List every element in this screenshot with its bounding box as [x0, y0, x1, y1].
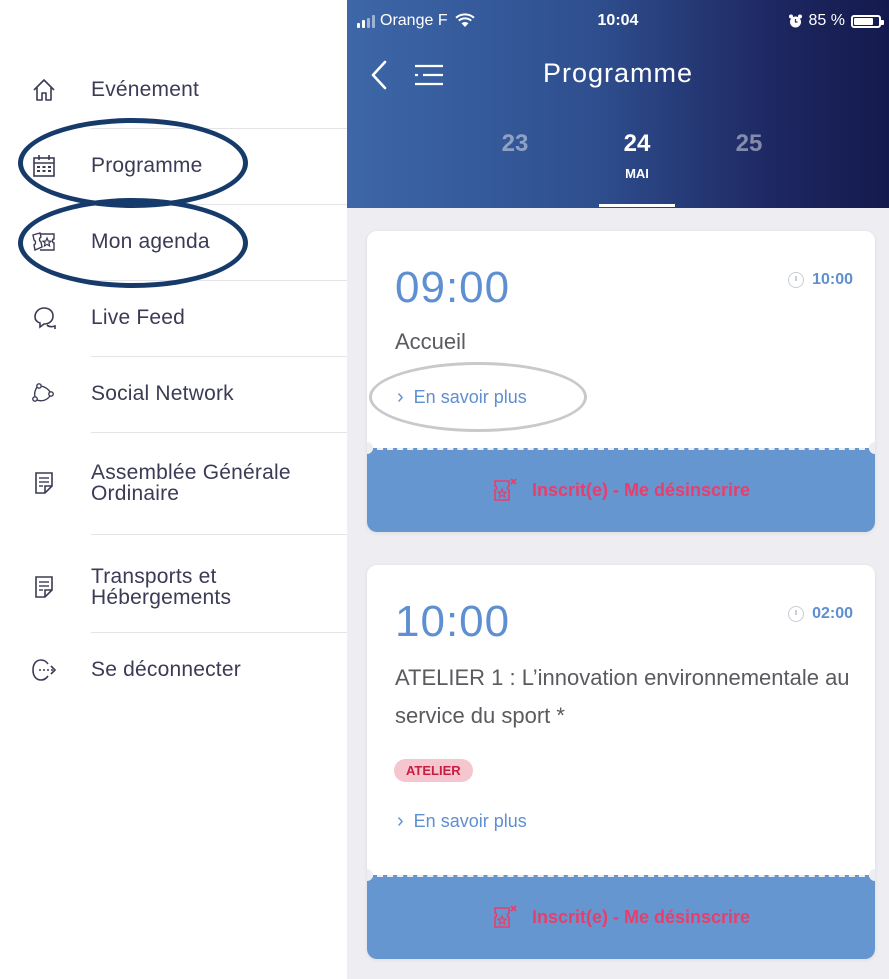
- unsubscribe-button[interactable]: Inscrit(e) - Me désinscrire: [367, 442, 875, 532]
- unsubscribe-button[interactable]: Inscrit(e) - Me désinscrire: [367, 869, 875, 959]
- status-bar: Orange F 10:04 85 %: [347, 10, 889, 36]
- tickets-icon: [31, 229, 57, 255]
- event-card[interactable]: 10:00 02:00 ATELIER 1 : L’innovation env…: [367, 565, 875, 959]
- day-number: 23: [501, 130, 529, 157]
- chevron-right-icon: ›: [397, 810, 404, 832]
- sidebar-item-assemblee-generale[interactable]: Assemblée Générale Ordinaire: [0, 450, 347, 516]
- more-info-link[interactable]: › En savoir plus: [397, 386, 527, 409]
- divider: [91, 280, 347, 281]
- sidebar-item-label: Mon agenda: [91, 230, 210, 253]
- document-icon: [31, 574, 57, 600]
- event-duration-value: 02:00: [812, 605, 853, 622]
- battery-percent: 85 %: [808, 12, 845, 29]
- logout-icon: [31, 657, 57, 683]
- day-number: 25: [735, 130, 763, 157]
- app-screen: Orange F 10:04 85 % Programme 23 24 MAI: [347, 0, 889, 979]
- sidebar-item-se-deconnecter[interactable]: Se déconnecter: [0, 650, 347, 690]
- divider: [91, 204, 347, 205]
- event-card[interactable]: 09:00 10:00 Accueil › En savoir plus Ins…: [367, 231, 875, 532]
- chevron-right-icon: ›: [397, 386, 404, 408]
- unsubscribe-label: Inscrit(e) - Me désinscrire: [531, 906, 751, 927]
- divider: [91, 128, 347, 129]
- day-month: MAI: [625, 166, 649, 181]
- ticket-remove-icon: [494, 478, 517, 501]
- event-title: Accueil: [395, 329, 466, 354]
- chat-bubbles-icon: [31, 305, 57, 331]
- network-icon: [31, 381, 57, 407]
- calendar-icon: [31, 153, 57, 179]
- sidebar-menu: Evénement Programme Mon agenda Live Feed…: [0, 0, 348, 979]
- event-start-time: 10:00: [395, 597, 511, 646]
- sidebar-item-programme[interactable]: Programme: [0, 146, 347, 186]
- more-info-label: En savoir plus: [413, 387, 527, 407]
- event-duration-value: 10:00: [812, 271, 853, 288]
- unsubscribe-content: Inscrit(e) - Me désinscrire: [492, 904, 750, 930]
- home-icon: [31, 77, 57, 103]
- tab-day-24[interactable]: 24 MAI: [597, 130, 677, 181]
- ticket-notch: [367, 442, 373, 454]
- tab-day-25[interactable]: 25: [709, 130, 789, 158]
- sidebar-item-live-feed[interactable]: Live Feed: [0, 298, 347, 338]
- app-header: Orange F 10:04 85 % Programme 23 24 MAI: [347, 0, 889, 208]
- document-icon: [31, 470, 57, 496]
- ticket-notch: [367, 869, 373, 881]
- battery-icon: [851, 14, 884, 28]
- more-info-label: En savoir plus: [413, 811, 527, 831]
- day-number: 24: [623, 130, 651, 157]
- sidebar-item-label: Programme: [91, 154, 203, 177]
- sidebar-item-label: Se déconnecter: [91, 658, 241, 681]
- unsubscribe-content: Inscrit(e) - Me désinscrire: [492, 477, 750, 503]
- battery-area: 85 %: [788, 12, 884, 30]
- sidebar-item-mon-agenda[interactable]: Mon agenda: [0, 222, 347, 262]
- ticket-notch: [869, 442, 875, 454]
- active-tab-indicator: [599, 204, 675, 207]
- perforation-line: [367, 875, 875, 877]
- divider: [91, 432, 347, 433]
- divider: [91, 534, 347, 535]
- sidebar-item-label: Assemblée Générale Ordinaire: [91, 461, 291, 505]
- sidebar-item-label: Evénement: [91, 78, 200, 101]
- tab-day-23[interactable]: 23: [475, 130, 555, 158]
- perforation-line: [367, 448, 875, 450]
- sidebar-item-social-network[interactable]: Social Network: [0, 374, 347, 414]
- more-info-link[interactable]: › En savoir plus: [397, 810, 527, 833]
- sidebar-item-label: Social Network: [91, 382, 234, 405]
- event-duration: 02:00: [788, 605, 853, 623]
- sidebar-item-evenement[interactable]: Evénement: [0, 70, 347, 110]
- page-title: Programme: [542, 58, 694, 88]
- day-tabs: 23 24 MAI 25: [347, 130, 889, 208]
- sidebar-item-label: Live Feed: [91, 306, 186, 329]
- event-duration: 10:00: [788, 271, 853, 289]
- divider: [91, 356, 347, 357]
- clock-icon: [788, 272, 805, 288]
- unsubscribe-label: Inscrit(e) - Me désinscrire: [531, 479, 751, 500]
- sidebar-item-label: Transports et Hébergements: [91, 565, 232, 609]
- event-title: ATELIER 1 : L’innovation environnemental…: [395, 665, 850, 728]
- clock-icon: [788, 606, 805, 622]
- divider: [91, 632, 347, 633]
- alarm-clock-icon: [788, 14, 802, 27]
- sidebar-item-transports[interactable]: Transports et Hébergements: [0, 554, 347, 620]
- event-start-time: 09:00: [395, 263, 511, 312]
- ticket-notch: [869, 869, 875, 881]
- ticket-remove-icon: [494, 905, 517, 928]
- category-tag: ATELIER: [394, 759, 473, 782]
